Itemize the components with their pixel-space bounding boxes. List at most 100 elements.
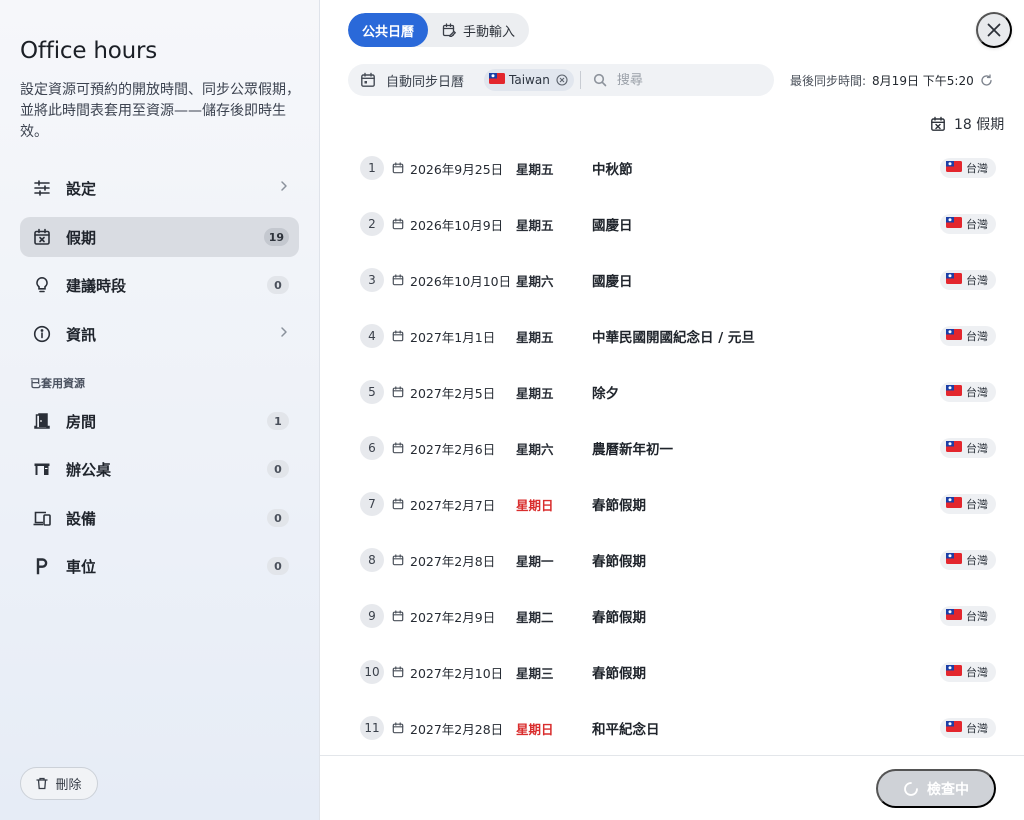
holiday-row[interactable]: 5 2027年2月5日 星期五 除夕 台灣 bbox=[348, 364, 996, 420]
row-number: 3 bbox=[360, 268, 384, 292]
sidebar-item-suggested-slots[interactable]: 建議時段 0 bbox=[20, 265, 299, 305]
sidebar-item-label: 假期 bbox=[66, 228, 97, 247]
last-sync-label: 最後同步時間: bbox=[790, 74, 867, 88]
sliders-icon bbox=[32, 178, 52, 198]
taiwan-flag-icon bbox=[946, 609, 962, 623]
delete-button[interactable]: 刪除 bbox=[20, 767, 98, 800]
holiday-row[interactable]: 10 2027年2月10日 星期三 春節假期 台灣 bbox=[348, 644, 996, 700]
count-badge: 0 bbox=[267, 460, 289, 478]
checking-label: 檢查中 bbox=[927, 780, 969, 797]
section-label: 已套用資源 bbox=[30, 377, 85, 390]
footer: 檢查中 bbox=[320, 755, 1024, 820]
holiday-date: 2026年9月25日 bbox=[410, 161, 504, 177]
calendar-filter-bar: 自動同步日曆 Taiwan bbox=[348, 64, 774, 96]
region-label: 台灣 bbox=[966, 666, 988, 679]
holiday-weekday: 星期六 bbox=[516, 441, 554, 457]
search-icon bbox=[593, 73, 607, 87]
delete-label: 刪除 bbox=[55, 777, 82, 792]
calendar-icon bbox=[392, 162, 404, 174]
holiday-weekday: 星期五 bbox=[516, 329, 554, 345]
country-chip[interactable]: Taiwan bbox=[484, 69, 574, 91]
holiday-weekday: 星期日 bbox=[516, 721, 554, 737]
holiday-row[interactable]: 1 2026年9月25日 星期五 中秋節 台灣 bbox=[348, 140, 996, 196]
sidebar-item-label: 建議時段 bbox=[66, 276, 127, 295]
tab-public-calendar[interactable]: 公共日曆 bbox=[348, 13, 429, 47]
row-number: 4 bbox=[360, 324, 384, 348]
row-number: 11 bbox=[360, 716, 384, 740]
sidebar-item-settings[interactable]: 設定 bbox=[20, 168, 299, 208]
main-panel: 公共日曆 手動輸入 自動同步日曆 Taiwan 搜尋 最後同步時間: 8月19日… bbox=[320, 0, 1024, 820]
close-button[interactable] bbox=[976, 12, 1012, 48]
last-sync-value: 8月19日 下午5:20 bbox=[872, 74, 974, 88]
calendar-icon bbox=[392, 666, 404, 678]
taiwan-flag-icon bbox=[946, 385, 962, 399]
sidebar-item-rooms[interactable]: 房間 1 bbox=[20, 401, 299, 441]
taiwan-flag-icon bbox=[946, 217, 962, 231]
sidebar-item-label: 房間 bbox=[66, 412, 97, 431]
taiwan-flag-icon bbox=[946, 273, 962, 287]
holiday-weekday: 星期日 bbox=[516, 497, 554, 513]
source-tabs: 公共日曆 手動輸入 bbox=[348, 13, 530, 47]
holiday-row[interactable]: 6 2027年2月6日 星期六 農曆新年初一 台灣 bbox=[348, 420, 996, 476]
region-tag: 台灣 bbox=[940, 270, 996, 290]
checking-button[interactable]: 檢查中 bbox=[876, 769, 996, 808]
row-number: 1 bbox=[360, 156, 384, 180]
sidebar-item-info[interactable]: 資訊 bbox=[20, 314, 299, 354]
holiday-date: 2027年2月6日 bbox=[410, 441, 496, 457]
chevron-right-icon bbox=[279, 180, 289, 196]
divider bbox=[579, 71, 581, 89]
row-number: 2 bbox=[360, 212, 384, 236]
holiday-name: 春節假期 bbox=[592, 554, 646, 570]
region-tag: 台灣 bbox=[940, 382, 996, 402]
region-label: 台灣 bbox=[966, 442, 988, 455]
search-input[interactable] bbox=[616, 72, 757, 88]
sidebar-item-holidays[interactable]: 假期 19 bbox=[20, 217, 299, 257]
sidebar-item-desks[interactable]: 辦公桌 0 bbox=[20, 449, 299, 489]
holiday-row[interactable]: 8 2027年2月8日 星期一 春節假期 台灣 bbox=[348, 532, 996, 588]
region-tag: 台灣 bbox=[940, 662, 996, 682]
region-tag: 台灣 bbox=[940, 326, 996, 346]
remove-chip-icon[interactable] bbox=[556, 74, 568, 86]
calendar-icon bbox=[392, 386, 404, 398]
sidebar-item-label: 車位 bbox=[66, 557, 97, 576]
sidebar-item-equipment[interactable]: 設備 0 bbox=[20, 498, 299, 538]
region-tag: 台灣 bbox=[940, 718, 996, 738]
sidebar-item-label: 辦公桌 bbox=[66, 460, 112, 479]
holiday-row[interactable]: 4 2027年1月1日 星期五 中華民國開國紀念日 / 元旦 台灣 bbox=[348, 308, 996, 364]
lightbulb-icon bbox=[32, 275, 52, 295]
holiday-name: 中華民國開國紀念日 / 元旦 bbox=[592, 330, 755, 346]
holiday-date: 2026年10月9日 bbox=[410, 217, 504, 233]
holiday-date: 2027年2月7日 bbox=[410, 497, 496, 513]
holiday-row[interactable]: 11 2027年2月28日 星期日 和平紀念日 台灣 bbox=[348, 700, 996, 756]
holiday-name: 國慶日 bbox=[592, 218, 633, 234]
desk-icon bbox=[32, 459, 52, 479]
region-label: 台灣 bbox=[966, 218, 988, 231]
count-badge: 19 bbox=[263, 228, 289, 246]
chevron-right-icon bbox=[279, 326, 289, 342]
devices-icon bbox=[32, 508, 52, 528]
region-label: 台灣 bbox=[966, 498, 988, 511]
row-number: 9 bbox=[360, 604, 384, 628]
auto-sync-label: 自動同步日曆 bbox=[386, 74, 465, 90]
holiday-row[interactable]: 9 2027年2月9日 星期二 春節假期 台灣 bbox=[348, 588, 996, 644]
holiday-date: 2027年2月5日 bbox=[410, 385, 496, 401]
holiday-name: 春節假期 bbox=[592, 610, 646, 626]
holiday-row[interactable]: 2 2026年10月9日 星期五 國慶日 台灣 bbox=[348, 196, 996, 252]
region-tag: 台灣 bbox=[940, 158, 996, 178]
holiday-row[interactable]: 7 2027年2月7日 星期日 春節假期 台灣 bbox=[348, 476, 996, 532]
sidebar-item-parking[interactable]: 車位 0 bbox=[20, 546, 299, 586]
holiday-weekday: 星期三 bbox=[516, 665, 554, 681]
region-tag: 台灣 bbox=[940, 494, 996, 514]
tab-manual-input[interactable]: 手動輸入 bbox=[428, 13, 529, 47]
holiday-weekday: 星期六 bbox=[516, 273, 554, 289]
chip-label: Taiwan bbox=[509, 73, 550, 87]
taiwan-flag-icon bbox=[946, 441, 962, 455]
row-number: 8 bbox=[360, 548, 384, 572]
holiday-date: 2027年2月9日 bbox=[410, 609, 496, 625]
holiday-row[interactable]: 3 2026年10月10日 星期六 國慶日 台灣 bbox=[348, 252, 996, 308]
holiday-list: 1 2026年9月25日 星期五 中秋節 台灣 2 2026年10月9日 星期五 國慶日 台灣 3 2… bbox=[348, 140, 996, 756]
refresh-icon[interactable] bbox=[980, 74, 993, 87]
page-description: 設定資源可預約的開放時間、同步公眾假期，並將此時間表套用至資源——儲存後即時生效… bbox=[20, 82, 300, 140]
holiday-name: 國慶日 bbox=[592, 274, 633, 290]
parking-icon bbox=[32, 556, 52, 576]
